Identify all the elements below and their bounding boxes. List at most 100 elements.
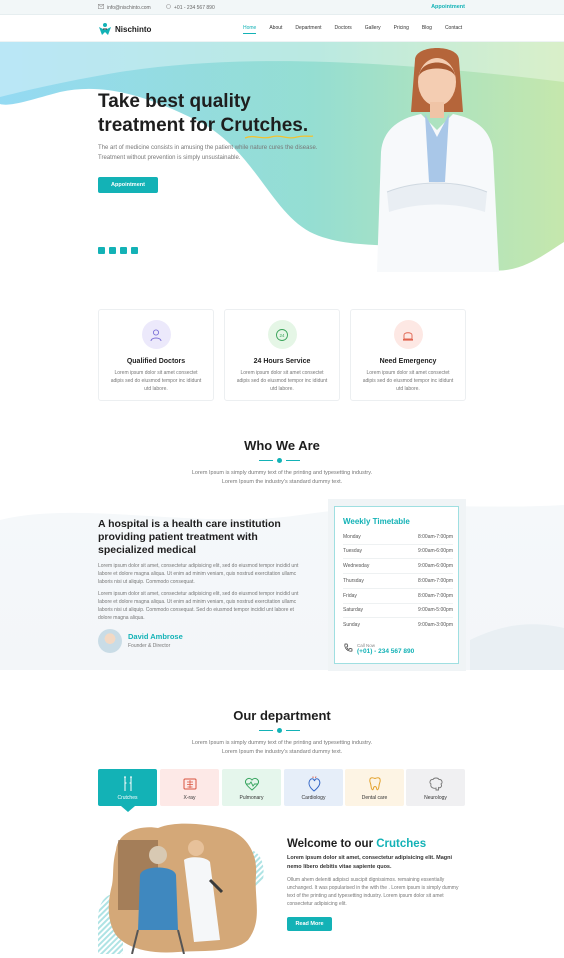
tab-cardiology[interactable]: Cardiology <box>284 769 343 806</box>
department-section-title: Our department <box>233 708 331 723</box>
timetable-hours: 8:00am-7:00pm <box>417 578 453 584</box>
timetable-day: Sunday <box>343 622 360 628</box>
timetable-day: Monday <box>343 534 361 540</box>
department-desc-line2: Lorem Ipsum the industry's standard dumm… <box>221 749 343 755</box>
timetable-day: Wednesday <box>343 563 370 569</box>
heart-icon <box>308 776 320 792</box>
tab-dental-care[interactable]: Dental care <box>345 769 404 806</box>
nav-item-contact[interactable]: Contact <box>445 25 462 34</box>
tab-label: Dental care <box>361 795 388 801</box>
twitter-icon[interactable] <box>131 247 138 254</box>
tab-neurology[interactable]: Neurology <box>406 769 465 806</box>
feature-text: Lorem ipsum dolor sit amet consectet adi… <box>362 370 454 392</box>
who-section-title: Who We Are <box>244 438 320 453</box>
tab-xray[interactable]: X-ray <box>160 769 219 806</box>
social-links <box>98 247 138 254</box>
nav-menu: Home About Department Doctors Gallery Pr… <box>243 25 475 34</box>
tab-label: Pulmonary <box>239 795 264 801</box>
tab-pulmonary[interactable]: Pulmonary <box>222 769 281 806</box>
brand-name: Nischinto <box>115 24 152 34</box>
feature-card-emergency: Need Emergency Lorem ipsum dolor sit ame… <box>350 309 466 401</box>
topbar-phone-text: +01 - 234 567 890 <box>174 4 215 11</box>
tab-label: Neurology <box>424 795 447 801</box>
timetable-hours: 9:00am-3:00pm <box>417 622 453 628</box>
svg-text:24: 24 <box>279 333 285 338</box>
who-paragraph-1: Lorem ipsum dolor sit amet, consectetur … <box>98 563 299 585</box>
feature-title: Need Emergency <box>379 358 437 365</box>
hero-subtitle: The art of medicine consists in amusing … <box>98 144 358 163</box>
welcome-image <box>98 823 264 954</box>
hero-section: Take best quality treatment for Crutches… <box>0 42 564 282</box>
founder-role: Founder & Director <box>128 643 171 649</box>
timetable-day: Saturday <box>343 607 364 613</box>
hero-title-highlight: Crutches. <box>220 115 309 136</box>
timetable-hours: 9:00am-6:00pm <box>417 548 453 554</box>
read-more-button[interactable]: Read More <box>287 917 332 931</box>
founder-name: David Ambrose <box>128 632 183 641</box>
feature-title: 24 Hours Service <box>253 358 311 365</box>
tab-crutches[interactable]: Crutches <box>98 769 157 806</box>
timetable-hours: 9:00am-6:00pm <box>417 563 453 569</box>
weekly-timetable: Weekly Timetable Monday 8:00am-7:00pm Tue… <box>334 506 459 664</box>
welcome-title-prefix: Welcome to our <box>287 838 377 850</box>
mail-icon <box>98 4 105 11</box>
topbar-appointment-link[interactable]: Appointment <box>431 4 465 10</box>
whatsapp-icon[interactable] <box>120 247 127 254</box>
tab-label: Cardiology <box>301 795 326 801</box>
topbar-email[interactable]: info@nischinto.com <box>98 4 151 11</box>
timetable-row: Wednesday 9:00am-6:00pm <box>343 563 453 574</box>
who-section-desc: Lorem Ipsum is simply dummy text of the … <box>0 469 564 487</box>
hero-underline-squiggle <box>244 135 314 139</box>
top-bar: info@nischinto.com +01 - 234 567 890 App… <box>0 0 564 15</box>
who-heading: A hospital is a health care institution … <box>98 518 281 556</box>
phone-call-icon <box>343 640 353 658</box>
nav-item-doctors[interactable]: Doctors <box>335 25 352 34</box>
nav-item-blog[interactable]: Blog <box>422 25 432 34</box>
hero-title-line1: Take best quality <box>98 91 251 112</box>
nav-item-home[interactable]: Home <box>243 25 257 34</box>
main-navbar: Nischinto Home About Department Doctors … <box>0 15 564 42</box>
tooth-icon <box>368 777 381 791</box>
doctor-icon <box>141 320 171 349</box>
nav-item-about[interactable]: About <box>269 25 282 34</box>
timetable-row: Sunday 9:00am-3:00pm <box>343 622 453 632</box>
feature-card-doctors: Qualified Doctors Lorem ipsum dolor sit … <box>98 309 214 401</box>
timetable-hours: 8:00am-7:00pm <box>417 593 453 599</box>
facebook-icon[interactable] <box>98 247 105 254</box>
call-text-group: Call Now (+01) - 234 567 890 <box>357 643 414 655</box>
hero-title: Take best quality treatment for Crutches… <box>98 90 358 138</box>
timetable-row: Saturday 9:00am-5:00pm <box>343 607 453 618</box>
feature-text: Lorem ipsum dolor sit amet consectet adi… <box>110 370 202 392</box>
department-desc-line1: Lorem Ipsum is simply dummy text of the … <box>191 740 373 746</box>
brand-logo[interactable]: Nischinto <box>98 22 151 36</box>
call-number[interactable]: (+01) - 234 567 890 <box>357 648 414 655</box>
nav-item-gallery[interactable]: Gallery <box>365 25 381 34</box>
topbar-email-text: info@nischinto.com <box>107 4 151 11</box>
timetable-day: Tuesday <box>343 548 362 554</box>
topbar-phone[interactable]: +01 - 234 567 890 <box>166 4 215 11</box>
tab-label: Crutches <box>117 795 138 801</box>
welcome-title-highlight: Crutches <box>376 838 427 850</box>
timetable-row: Tuesday 9:00am-6:00pm <box>343 548 453 559</box>
heartbeat-icon <box>244 777 259 791</box>
tab-label: X-ray <box>183 795 196 801</box>
hero-title-line2: treatment for Crutches. <box>98 114 358 138</box>
department-title-divider <box>259 728 300 733</box>
avatar <box>98 629 122 653</box>
feature-text: Lorem ipsum dolor sit amet consectet adi… <box>236 370 328 392</box>
timetable-hours: 9:00am-5:00pm <box>417 607 453 613</box>
department-section-desc: Lorem Ipsum is simply dummy text of the … <box>0 739 564 757</box>
nav-item-department[interactable]: Department <box>295 25 321 34</box>
doctor-image <box>377 48 499 272</box>
welcome-title: Welcome to our Crutches <box>287 838 426 850</box>
logo-icon <box>99 23 111 35</box>
hero-appointment-button[interactable]: Appointment <box>98 177 158 193</box>
welcome-body: Ollum ahem deleniti adipisci suscipit di… <box>287 877 459 907</box>
timetable-day: Friday <box>343 593 357 599</box>
hero-subtitle-line1: The art of medicine consists in amusing … <box>98 145 318 151</box>
timetable-call[interactable]: Call Now (+01) - 234 567 890 <box>343 640 414 658</box>
nav-item-pricing[interactable]: Pricing <box>394 25 409 34</box>
timetable-row: Friday 8:00am-7:00pm <box>343 593 453 604</box>
welcome-lead: Lorem ipsum dolor sit amet, consectetur … <box>287 855 453 870</box>
linkedin-icon[interactable] <box>109 247 116 254</box>
